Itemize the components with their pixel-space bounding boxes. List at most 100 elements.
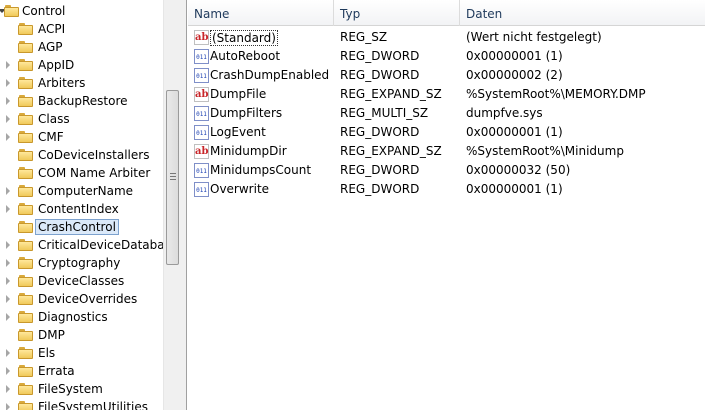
value-row[interactable]: 011 110 010Overwrite REG_DWORD 0x00000001 … <box>188 179 705 198</box>
string-value-icon: ab <box>194 30 209 45</box>
column-header-data[interactable]: Daten <box>460 0 705 26</box>
expand-arrow-icon[interactable] <box>6 367 10 375</box>
tree-item-label: Control <box>22 4 66 18</box>
registry-values-list[interactable]: Name Typ Daten ab (Standard) REG_SZ (Wert n… <box>188 0 705 410</box>
tree-item-label: CriticalDeviceDatabase <box>38 238 163 252</box>
expand-arrow-icon[interactable] <box>6 187 10 195</box>
folder-icon <box>18 275 33 287</box>
value-data: 0x00000002 (2) <box>466 68 563 82</box>
tree-item-cmf[interactable]: CMF <box>0 128 163 146</box>
tree-item-filesystemutilities[interactable]: FileSystemUtilities <box>0 398 163 410</box>
expand-arrow-icon[interactable] <box>6 97 10 105</box>
value-name: DumpFilters <box>210 106 283 120</box>
tree-item-agp[interactable]: AGP <box>0 38 163 56</box>
expand-arrow-icon[interactable] <box>6 295 10 303</box>
tree-item-label: FileSystem <box>38 382 103 396</box>
tree-root-control[interactable]: Control <box>0 2 163 20</box>
binary-value-icon: 011 110 010 <box>194 182 209 197</box>
tree-item-backuprestore[interactable]: BackupRestore <box>0 92 163 110</box>
expand-arrow-icon[interactable] <box>6 133 10 141</box>
value-name: Overwrite <box>210 182 270 196</box>
value-row[interactable]: ab MinidumpDir REG_EXPAND_SZ %SystemRoot%\M… <box>188 141 705 160</box>
tree-item-els[interactable]: Els <box>0 344 163 362</box>
tree-item-label: DeviceOverrides <box>38 292 138 306</box>
folder-icon <box>18 149 33 161</box>
tree-item-cryptography[interactable]: Cryptography <box>0 254 163 272</box>
value-row[interactable]: 011 110 010LogEvent REG_DWORD 0x00000001 (… <box>188 122 705 141</box>
value-row[interactable]: 011 110 010AutoReboot REG_DWORD 0x00000001… <box>188 46 705 65</box>
value-row[interactable]: 011 110 010MinidumpsCount REG_DWORD 0x0000… <box>188 160 705 179</box>
tree-item-class[interactable]: Class <box>0 110 163 128</box>
value-name: CrashDumpEnabled <box>210 68 330 82</box>
tree-item-label: AGP <box>38 40 63 54</box>
tree-item-codeviceinstallers[interactable]: CoDeviceInstallers <box>0 146 163 164</box>
expand-arrow-icon[interactable] <box>6 403 10 410</box>
binary-value-icon: 011 110 010 <box>194 68 209 83</box>
expand-arrow-icon[interactable] <box>6 313 10 321</box>
folder-icon <box>18 311 33 323</box>
value-row[interactable]: ab (Standard) REG_SZ (Wert nicht festgelegt… <box>188 27 705 46</box>
tree-item-label: Diagnostics <box>38 310 108 324</box>
tree-item-label: CoDeviceInstallers <box>38 148 150 162</box>
value-name: (Standard) <box>210 30 278 46</box>
value-name: LogEvent <box>210 125 266 139</box>
binary-value-icon: 011 110 010 <box>194 106 209 121</box>
value-row[interactable]: 011 110 010CrashDumpEnabled REG_DWORD 0x00… <box>188 65 705 84</box>
folder-icon <box>18 401 33 410</box>
tree-item-label: DMP <box>38 328 65 342</box>
tree-item-label: DeviceClasses <box>38 274 125 288</box>
tree-item-label: CrashControl <box>35 219 119 235</box>
tree-item-label: Cryptography <box>38 256 121 270</box>
expand-arrow-icon[interactable] <box>6 241 10 249</box>
tree-item-acpi[interactable]: ACPI <box>0 20 163 38</box>
value-name: DumpFile <box>210 87 267 101</box>
tree-item-com-name-arbiter[interactable]: COM Name Arbiter <box>0 164 163 182</box>
expand-arrow-icon[interactable] <box>6 385 10 393</box>
value-data: 0x00000032 (50) <box>466 163 571 177</box>
folder-open-icon <box>4 5 19 17</box>
value-data: 0x00000001 (1) <box>466 182 563 196</box>
tree-item-label: Arbiters <box>38 76 86 90</box>
folder-icon <box>18 185 33 197</box>
value-row[interactable]: ab DumpFile REG_EXPAND_SZ %SystemRoot%\MEMO… <box>188 84 705 103</box>
expand-arrow-icon[interactable] <box>6 115 10 123</box>
expand-arrow-icon[interactable] <box>6 349 10 357</box>
tree-item-deviceoverrides[interactable]: DeviceOverrides <box>0 290 163 308</box>
tree-item-deviceclasses[interactable]: DeviceClasses <box>0 272 163 290</box>
scrollbar-thumb[interactable] <box>166 90 179 265</box>
tree-item-label: Els <box>38 346 56 360</box>
tree-item-contentindex[interactable]: ContentIndex <box>0 200 163 218</box>
pane-splitter[interactable] <box>180 0 187 410</box>
column-header-bar: Name Typ Daten <box>188 0 705 26</box>
column-header-type[interactable]: Typ <box>334 0 460 26</box>
binary-value-icon: 011 110 010 <box>194 163 209 178</box>
expand-arrow-icon[interactable] <box>6 259 10 267</box>
folder-icon <box>18 293 33 305</box>
expand-arrow-icon[interactable] <box>6 61 10 69</box>
registry-key-tree[interactable]: Control ACPI AGP AppID Arbiters BackupRestor… <box>0 0 163 410</box>
tree-item-arbiters[interactable]: Arbiters <box>0 74 163 92</box>
folder-icon <box>18 59 33 71</box>
tree-item-filesystem[interactable]: FileSystem <box>0 380 163 398</box>
expand-arrow-icon[interactable] <box>6 205 10 213</box>
value-row[interactable]: 011 110 010DumpFilters REG_MULTI_SZ dumpfv… <box>188 103 705 122</box>
value-type: REG_SZ <box>340 30 388 44</box>
value-data: dumpfve.sys <box>466 106 543 120</box>
folder-icon <box>18 257 33 269</box>
tree-item-label: ContentIndex <box>38 202 119 216</box>
tree-item-crashcontrol[interactable]: CrashControl <box>0 218 163 236</box>
tree-scrollbar[interactable] <box>163 0 180 410</box>
value-data: 0x00000001 (1) <box>466 49 563 63</box>
tree-item-computername[interactable]: ComputerName <box>0 182 163 200</box>
tree-item-diagnostics[interactable]: Diagnostics <box>0 308 163 326</box>
expand-arrow-icon[interactable] <box>6 79 10 87</box>
tree-item-errata[interactable]: Errata <box>0 362 163 380</box>
column-header-name[interactable]: Name <box>188 0 334 26</box>
tree-item-appid[interactable]: AppID <box>0 56 163 74</box>
expand-arrow-icon[interactable] <box>6 277 10 285</box>
value-type: REG_DWORD <box>340 125 420 139</box>
tree-item-criticaldevicedatabase[interactable]: CriticalDeviceDatabase <box>0 236 163 254</box>
tree-item-label: BackupRestore <box>38 94 128 108</box>
tree-item-dmp[interactable]: DMP <box>0 326 163 344</box>
tree-item-label: Errata <box>38 364 75 378</box>
